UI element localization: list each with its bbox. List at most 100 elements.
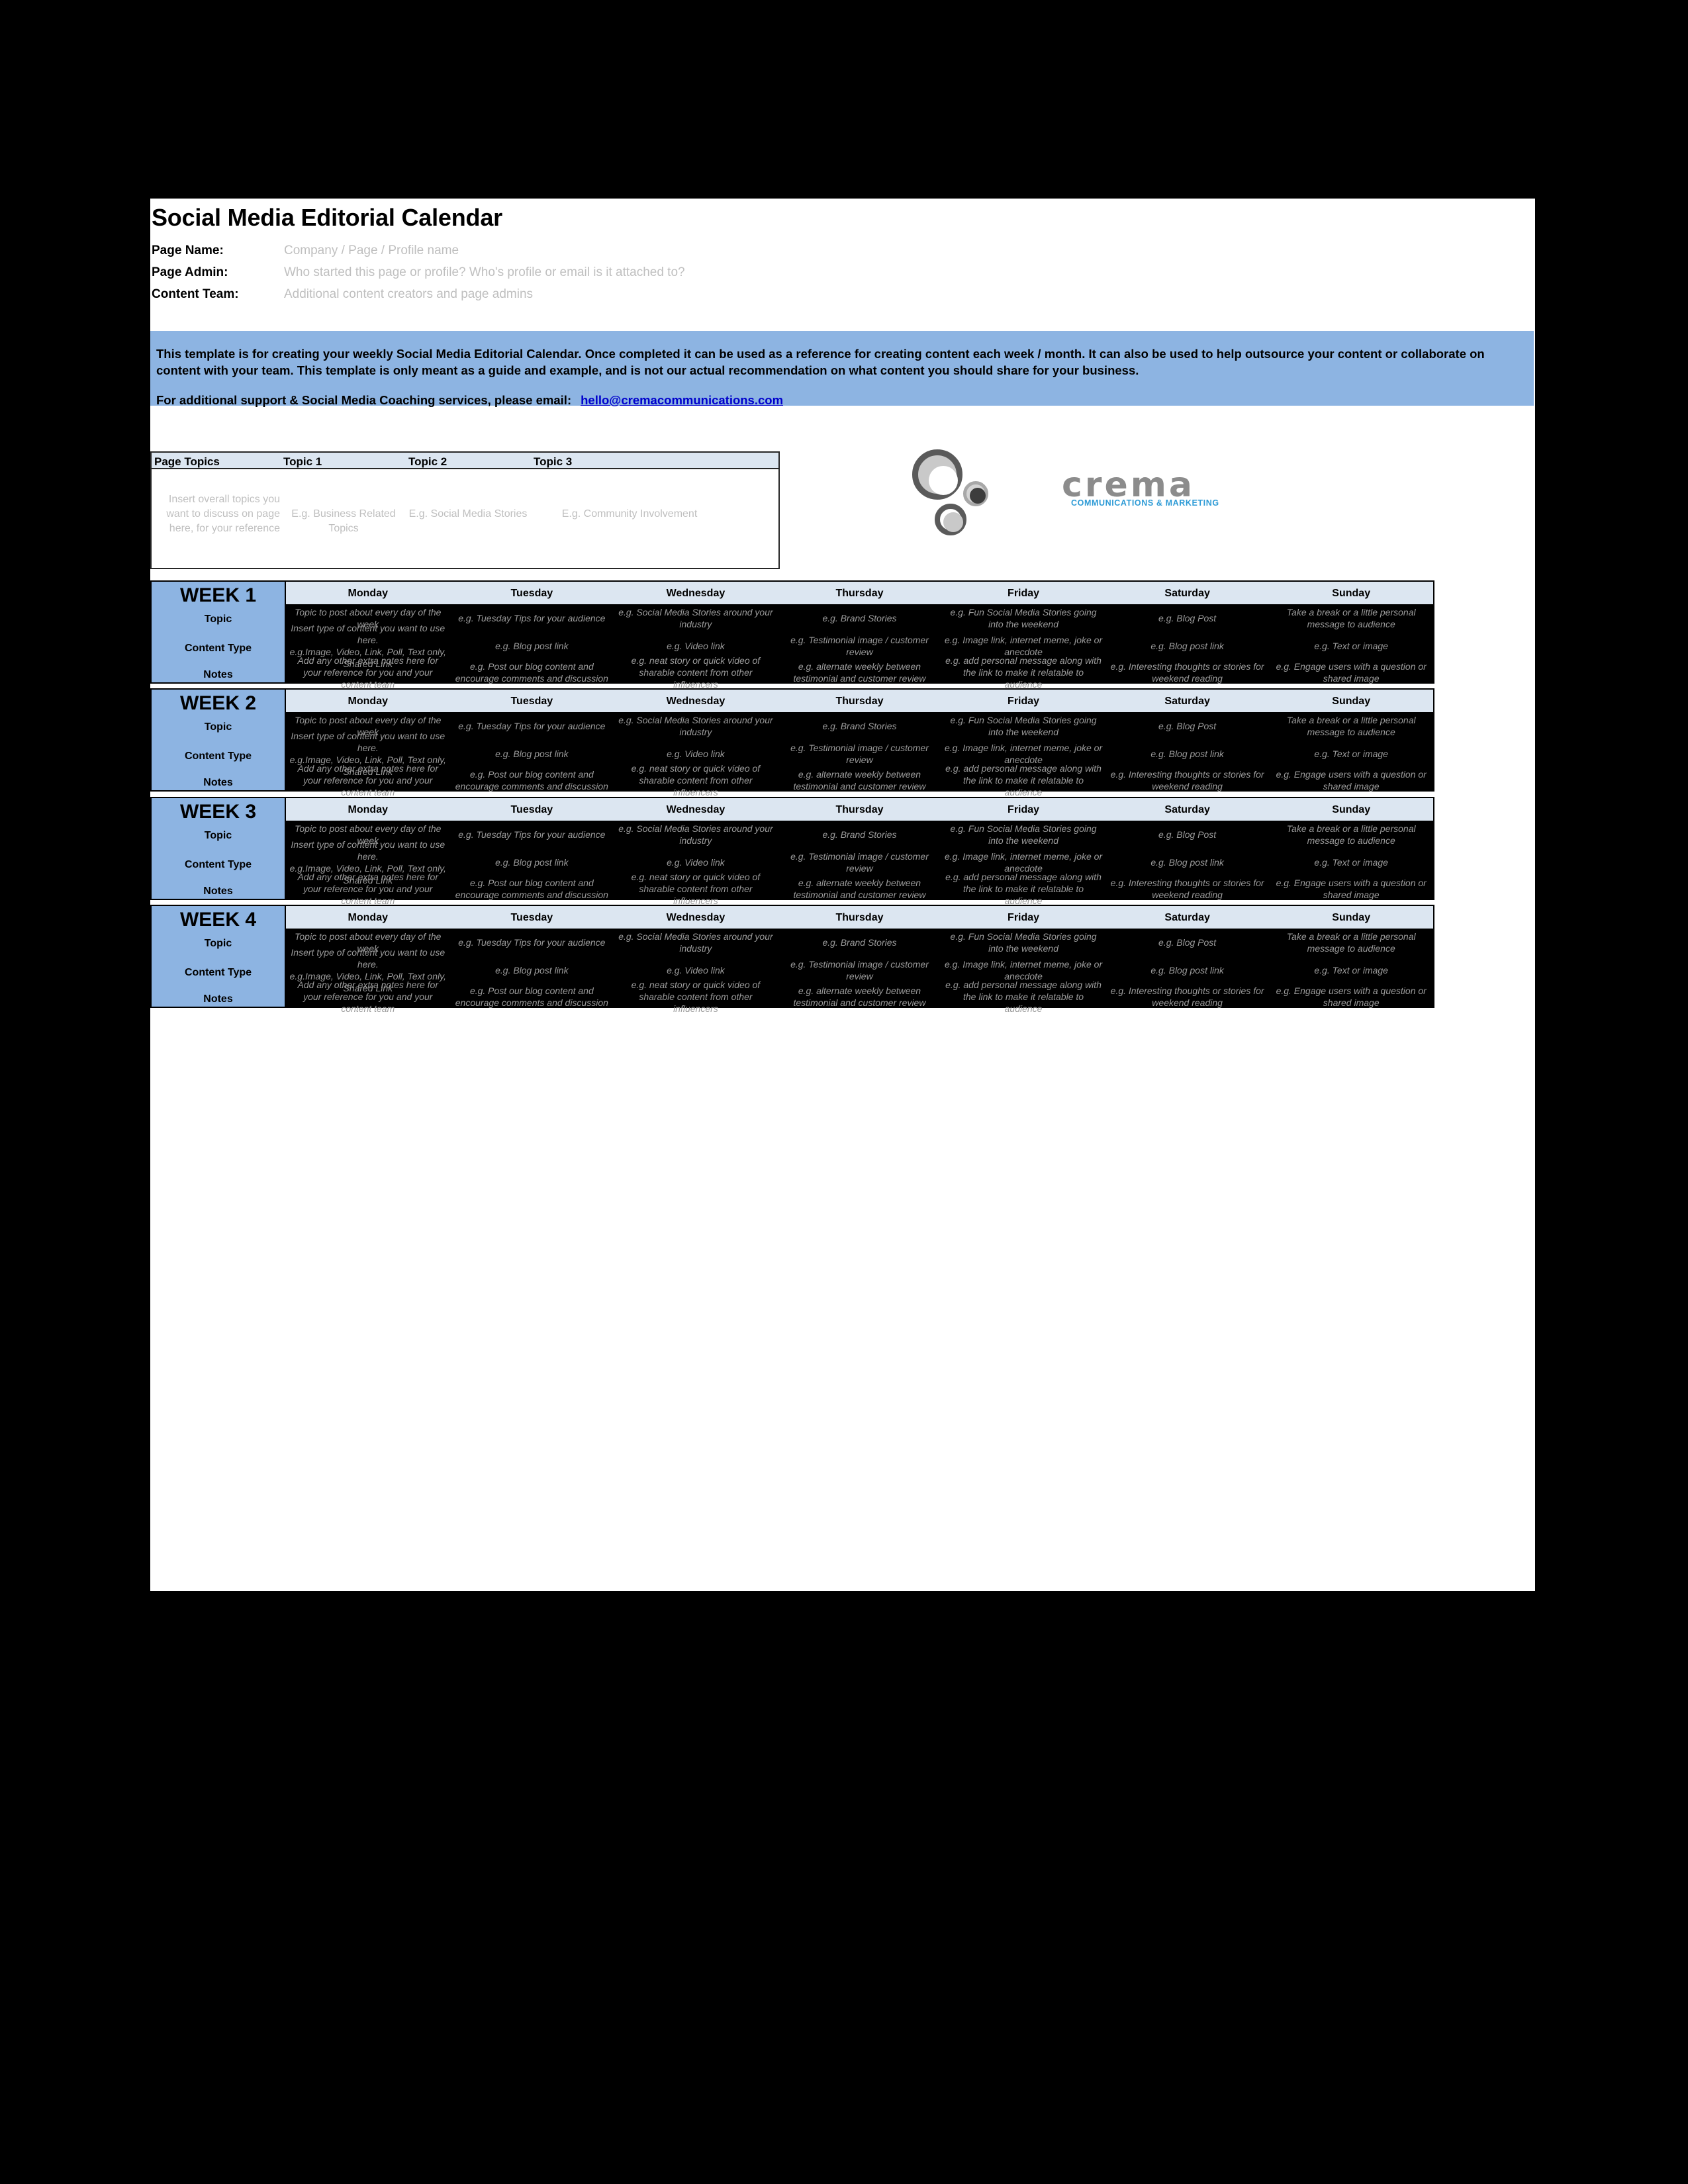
- calendar-cell[interactable]: e.g. Brand Stories: [778, 712, 942, 740]
- calendar-cell[interactable]: e.g. Post our blog content and encourage…: [450, 660, 614, 685]
- calendar-cell[interactable]: e.g. Testimonial image / customer review: [778, 956, 942, 984]
- calendar-cell[interactable]: e.g. Blog post link: [1105, 740, 1270, 768]
- page-topics-cell[interactable]: Insert overall topics you want to discus…: [156, 492, 280, 536]
- calendar-cell[interactable]: e.g. add personal message along with the…: [941, 979, 1105, 1014]
- calendar-cell[interactable]: e.g. Engage users with a question or sha…: [1269, 660, 1433, 685]
- calendar-cell[interactable]: e.g. Blog post link: [450, 848, 614, 876]
- week-left-column: WEEK 1 Topic Content Type Notes: [152, 582, 286, 682]
- calendar-cell[interactable]: Add any other extra notes here for your …: [286, 979, 450, 1014]
- calendar-cell[interactable]: e.g. neat story or quick video of sharab…: [614, 979, 778, 1014]
- calendar-cell[interactable]: e.g. Post our blog content and encourage…: [450, 984, 614, 1009]
- calendar-cell[interactable]: e.g. Testimonial image / customer review: [778, 632, 942, 660]
- calendar-cell[interactable]: e.g. Text or image: [1269, 848, 1433, 876]
- calendar-cell[interactable]: e.g. Testimonial image / customer review: [778, 740, 942, 768]
- metadata-value[interactable]: Who started this page or profile? Who's …: [284, 265, 685, 280]
- calendar-cell[interactable]: e.g. alternate weekly between testimonia…: [778, 768, 942, 793]
- calendar-cell[interactable]: e.g. neat story or quick video of sharab…: [614, 872, 778, 906]
- metadata-value[interactable]: Additional content creators and page adm…: [284, 287, 533, 302]
- calendar-cell[interactable]: e.g. Engage users with a question or sha…: [1269, 768, 1433, 793]
- calendar-cell[interactable]: e.g. Brand Stories: [778, 929, 942, 956]
- week-row-label: Content Type: [184, 643, 252, 654]
- calendar-cell[interactable]: e.g. Social Media Stories around your in…: [614, 821, 778, 848]
- calendar-cell[interactable]: e.g. Blog post link: [1105, 848, 1270, 876]
- calendar-cell[interactable]: Take a break or a little personal messag…: [1269, 604, 1433, 632]
- calendar-cell[interactable]: e.g. Blog Post: [1105, 712, 1270, 740]
- calendar-cell[interactable]: e.g. add personal message along with the…: [941, 763, 1105, 797]
- calendar-cell[interactable]: e.g. Interesting thoughts or stories for…: [1105, 984, 1270, 1009]
- calendar-cell[interactable]: e.g. Tuesday Tips for your audience: [450, 821, 614, 848]
- week-label: WEEK 1: [179, 584, 257, 606]
- day-header-band: Monday Tuesday Wednesday Thursday Friday Satu…: [286, 906, 1433, 929]
- support-email-link[interactable]: hello@cremacommunications.com: [581, 393, 783, 407]
- calendar-cell[interactable]: e.g. Interesting thoughts or stories for…: [1105, 876, 1270, 901]
- day-header-saturday: Saturday: [1164, 588, 1210, 599]
- page-topics-header-cell: Topic 2: [408, 455, 447, 468]
- calendar-cell[interactable]: e.g. neat story or quick video of sharab…: [614, 655, 778, 690]
- calendar-cell[interactable]: e.g. Engage users with a question or sha…: [1269, 876, 1433, 901]
- calendar-cell[interactable]: e.g. Social Media Stories around your in…: [614, 712, 778, 740]
- page-topics-header-cell: Topic 3: [534, 455, 573, 468]
- calendar-cell[interactable]: e.g. Blog post link: [1105, 956, 1270, 984]
- calendar-cell[interactable]: e.g. Tuesday Tips for your audience: [450, 929, 614, 956]
- calendar-cell[interactable]: e.g. neat story or quick video of sharab…: [614, 763, 778, 797]
- calendar-cell[interactable]: Add any other extra notes here for your …: [286, 763, 450, 797]
- calendar-cell[interactable]: Add any other extra notes here for your …: [286, 872, 450, 906]
- calendar-cell[interactable]: e.g. add personal message along with the…: [941, 655, 1105, 690]
- calendar-cell[interactable]: e.g. Blog Post: [1105, 604, 1270, 632]
- day-header-tuesday: Tuesday: [510, 912, 553, 923]
- page-topics-table: Page Topics Topic 1 Topic 2 Topic 3 Insert …: [150, 451, 780, 569]
- calendar-cell[interactable]: e.g. Blog post link: [450, 632, 614, 660]
- calendar-cell[interactable]: e.g. alternate weekly between testimonia…: [778, 984, 942, 1009]
- calendar-cell[interactable]: e.g. Interesting thoughts or stories for…: [1105, 768, 1270, 793]
- calendar-cell[interactable]: e.g. Social Media Stories around your in…: [614, 604, 778, 632]
- calendar-cell[interactable]: e.g. Text or image: [1269, 956, 1433, 984]
- calendar-cell[interactable]: Take a break or a little personal messag…: [1269, 821, 1433, 848]
- calendar-cell[interactable]: e.g. Fun Social Media Stories going into…: [941, 604, 1105, 632]
- calendar-cell[interactable]: e.g. Interesting thoughts or stories for…: [1105, 660, 1270, 685]
- day-header-thursday: Thursday: [835, 912, 884, 923]
- calendar-cell[interactable]: e.g. Text or image: [1269, 740, 1433, 768]
- calendar-cell[interactable]: e.g. Blog post link: [450, 740, 614, 768]
- calendar-cell[interactable]: e.g. Blog Post: [1105, 929, 1270, 956]
- calendar-cell[interactable]: e.g. Engage users with a question or sha…: [1269, 984, 1433, 1009]
- week-row-label: Notes: [203, 886, 233, 897]
- day-header-friday: Friday: [1008, 588, 1040, 599]
- metadata-label: Page Admin:: [152, 265, 228, 279]
- metadata-value[interactable]: Company / Page / Profile name: [284, 244, 459, 258]
- calendar-cell[interactable]: Add any other extra notes here for your …: [286, 655, 450, 690]
- calendar-cell[interactable]: e.g. alternate weekly between testimonia…: [778, 660, 942, 685]
- calendar-cell[interactable]: e.g. Testimonial image / customer review: [778, 848, 942, 876]
- calendar-cell[interactable]: e.g. Post our blog content and encourage…: [450, 768, 614, 793]
- calendar-cell[interactable]: e.g. Fun Social Media Stories going into…: [941, 929, 1105, 956]
- calendar-cell[interactable]: e.g. Brand Stories: [778, 821, 942, 848]
- logo-circle-small-inner: [970, 488, 986, 504]
- calendar-cell[interactable]: Take a break or a little personal messag…: [1269, 712, 1433, 740]
- week-row-label: Topic: [204, 938, 232, 949]
- page-topics-cell[interactable]: E.g. Social Media Stories: [406, 507, 530, 522]
- calendar-cell[interactable]: e.g. Tuesday Tips for your audience: [450, 712, 614, 740]
- calendar-cell[interactable]: e.g. Fun Social Media Stories going into…: [941, 712, 1105, 740]
- page-topics-cell[interactable]: E.g. Business Related Topics: [281, 507, 406, 536]
- calendar-cell[interactable]: e.g. Fun Social Media Stories going into…: [941, 821, 1105, 848]
- day-header-sunday: Sunday: [1332, 912, 1371, 923]
- calendar-cell[interactable]: e.g. add personal message along with the…: [941, 872, 1105, 906]
- calendar-cell[interactable]: e.g. Blog Post: [1105, 821, 1270, 848]
- info-callout: This template is for creating your weekl…: [150, 331, 1534, 407]
- day-header-wednesday: Wednesday: [666, 696, 726, 707]
- calendar-cell[interactable]: e.g. Text or image: [1269, 632, 1433, 660]
- callout-paragraph: This template is for creating your weekl…: [156, 347, 1485, 377]
- day-header-thursday: Thursday: [835, 804, 884, 815]
- calendar-cell[interactable]: e.g. alternate weekly between testimonia…: [778, 876, 942, 901]
- calendar-cell[interactable]: e.g. Blog post link: [450, 956, 614, 984]
- page-topics-cell[interactable]: E.g. Community Involvement: [530, 507, 729, 522]
- week-row-label: Notes: [203, 993, 233, 1005]
- calendar-cell[interactable]: e.g. Social Media Stories around your in…: [614, 929, 778, 956]
- calendar-cell[interactable]: Take a break or a little personal messag…: [1269, 929, 1433, 956]
- week-table: WEEK 1 Topic Content Type Notes Monday Tuesda…: [150, 580, 1434, 690]
- calendar-cell[interactable]: e.g. Post our blog content and encourage…: [450, 876, 614, 901]
- calendar-cell[interactable]: e.g. Blog post link: [1105, 632, 1270, 660]
- day-header-thursday: Thursday: [835, 696, 884, 707]
- calendar-cell[interactable]: e.g. Brand Stories: [778, 604, 942, 632]
- calendar-cell[interactable]: e.g. Tuesday Tips for your audience: [450, 604, 614, 632]
- day-header-sunday: Sunday: [1332, 588, 1371, 599]
